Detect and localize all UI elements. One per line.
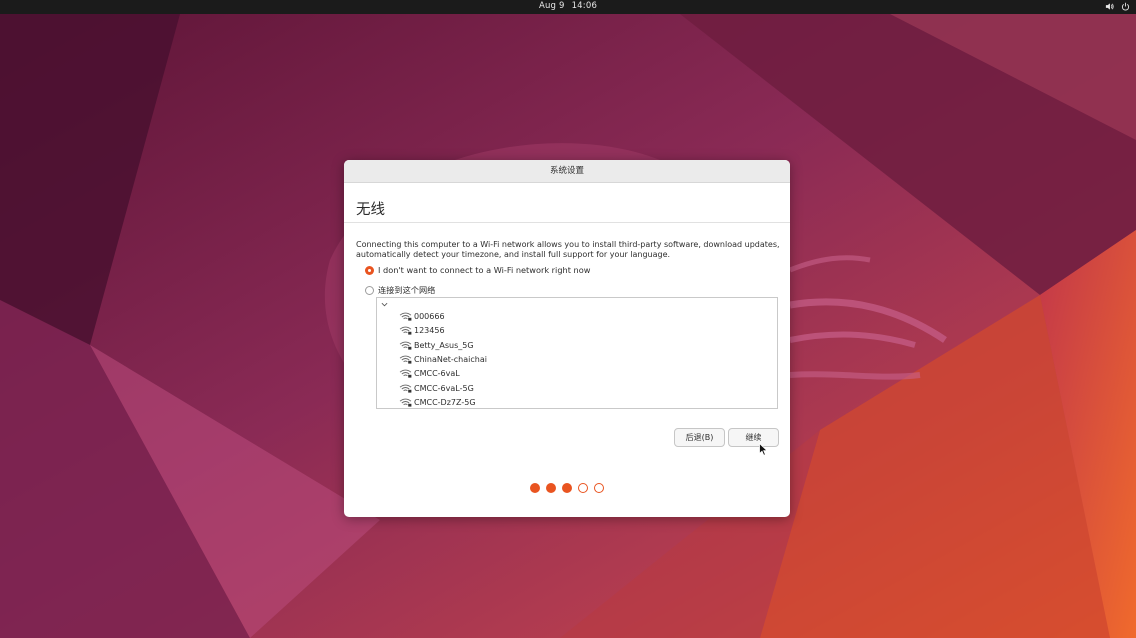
no-wifi-option[interactable]: I don't want to connect to a Wi-Fi netwo… bbox=[365, 265, 590, 275]
network-ssid: ChinaNet-chaichai bbox=[414, 354, 487, 364]
network-list[interactable]: 000666 123456 Betty_Asus_5G ChinaNet-chaich… bbox=[376, 297, 778, 409]
wifi-secure-icon bbox=[399, 398, 412, 407]
page-title: 无线 bbox=[356, 202, 385, 218]
installer-dialog: 系统设置 无线 Connecting this computer to a Wi… bbox=[344, 160, 790, 517]
network-item[interactable]: CMCC-6vaL-5G bbox=[399, 384, 474, 393]
system-tray[interactable] bbox=[1105, 2, 1130, 11]
connect-network-label[interactable]: 连接到这个网络 bbox=[378, 284, 435, 296]
step-indicator bbox=[530, 483, 604, 493]
back-button[interactable]: 后退(B) bbox=[674, 428, 725, 447]
network-ssid: CMCC-Dz7Z-5G bbox=[414, 397, 476, 407]
wifi-secure-icon bbox=[399, 369, 412, 378]
clock-time: 14:06 bbox=[571, 1, 598, 11]
clock[interactable]: Aug 9 14:06 bbox=[0, 1, 1136, 11]
wifi-secure-icon bbox=[399, 355, 412, 364]
network-item[interactable]: Betty_Asus_5G bbox=[399, 341, 474, 350]
network-ssid: CMCC-6vaL bbox=[414, 369, 460, 379]
clock-date: Aug 9 bbox=[538, 1, 565, 11]
network-ssid: 123456 bbox=[414, 326, 445, 336]
continue-button[interactable]: 继续 bbox=[728, 428, 779, 447]
connect-network-option[interactable]: 连接到这个网络 bbox=[365, 284, 435, 296]
power-icon[interactable] bbox=[1121, 2, 1130, 11]
network-item[interactable]: CMCC-Dz7Z-5G bbox=[399, 398, 476, 407]
wifi-secure-icon bbox=[399, 341, 412, 350]
radio-selected-icon[interactable] bbox=[365, 265, 374, 275]
step-dot-completed bbox=[562, 483, 572, 493]
wifi-secure-icon bbox=[399, 312, 412, 321]
step-dot-completed bbox=[530, 483, 540, 493]
no-wifi-label[interactable]: I don't want to connect to a Wi-Fi netwo… bbox=[378, 265, 590, 275]
network-item[interactable]: CMCC-6vaL bbox=[399, 369, 460, 378]
network-item[interactable]: 000666 bbox=[399, 312, 445, 321]
network-item[interactable]: 123456 bbox=[399, 326, 445, 335]
radio-unselected-icon[interactable] bbox=[365, 285, 374, 295]
network-ssid: CMCC-6vaL-5G bbox=[414, 383, 474, 393]
wifi-secure-icon bbox=[399, 326, 412, 335]
step-dot-completed bbox=[546, 483, 556, 493]
step-dot-pending bbox=[578, 483, 588, 493]
network-ssid: Betty_Asus_5G bbox=[414, 340, 474, 350]
top-bar: Aug 9 14:06 bbox=[0, 0, 1136, 14]
wifi-description: Connecting this computer to a Wi-Fi netw… bbox=[356, 240, 780, 259]
step-dot-pending bbox=[594, 483, 604, 493]
mouse-cursor-icon bbox=[759, 443, 768, 456]
network-item[interactable]: ChinaNet-chaichai bbox=[399, 355, 487, 364]
network-ssid: 000666 bbox=[414, 312, 445, 321]
chevron-down-icon[interactable] bbox=[381, 301, 388, 308]
dialog-title: 系统设置 bbox=[344, 160, 790, 183]
volume-icon[interactable] bbox=[1105, 2, 1114, 11]
divider bbox=[344, 222, 790, 223]
wifi-secure-icon bbox=[399, 384, 412, 393]
